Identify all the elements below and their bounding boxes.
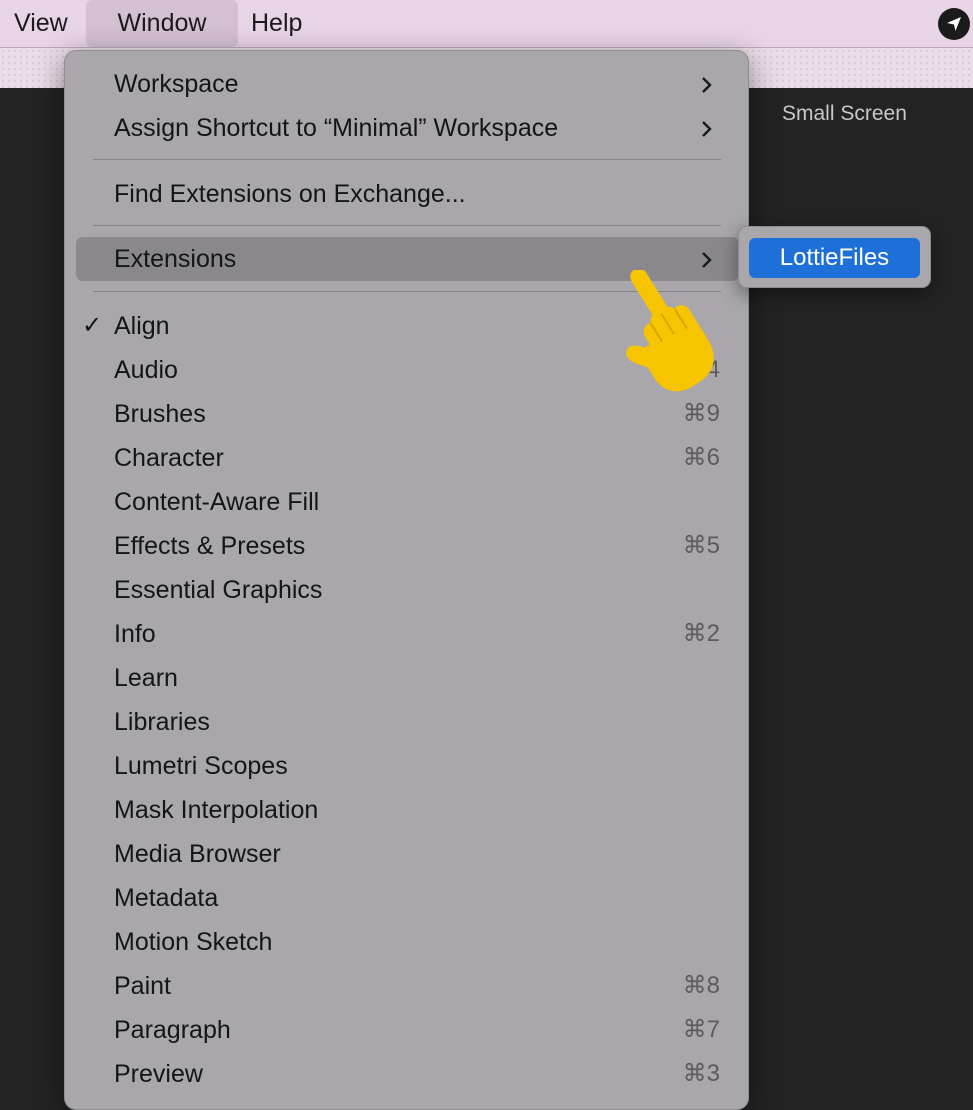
menu-window[interactable]: Window bbox=[86, 0, 238, 47]
menu-item-shortcut: ⌘2 bbox=[682, 620, 720, 647]
chevron-right-icon bbox=[702, 252, 712, 268]
menu-item-shortcut: ⌘8 bbox=[682, 972, 720, 999]
checkmark-icon: ✓ bbox=[82, 312, 103, 339]
submenu-item-lottiefiles[interactable]: LottieFiles bbox=[749, 238, 920, 278]
menu-item-media-browser[interactable]: Media Browser bbox=[65, 832, 748, 876]
menu-item-content-aware-fill[interactable]: Content-Aware Fill bbox=[65, 480, 748, 524]
location-arrow-icon[interactable] bbox=[938, 8, 970, 40]
menu-item-learn[interactable]: Learn bbox=[65, 656, 748, 700]
menu-item-info[interactable]: Info ⌘2 bbox=[65, 612, 748, 656]
menu-item-label: Essential Graphics bbox=[114, 576, 323, 604]
menu-item-workspace[interactable]: Workspace bbox=[65, 62, 748, 106]
menu-separator bbox=[93, 159, 721, 160]
menu-item-label: Find Extensions on Exchange... bbox=[114, 180, 466, 208]
menu-item-character[interactable]: Character ⌘6 bbox=[65, 436, 748, 480]
menu-help[interactable]: Help bbox=[251, 0, 302, 47]
menu-item-label: Align bbox=[114, 312, 170, 340]
menu-item-paragraph[interactable]: Paragraph ⌘7 bbox=[65, 1008, 748, 1052]
menu-item-lumetri-scopes[interactable]: Lumetri Scopes bbox=[65, 744, 748, 788]
menu-item-find-extensions[interactable]: Find Extensions on Exchange... bbox=[65, 172, 748, 216]
menu-item-label: Info bbox=[114, 620, 156, 648]
menu-item-label: Mask Interpolation bbox=[114, 796, 319, 824]
menu-item-label: Audio bbox=[114, 356, 178, 384]
workspace-small-screen[interactable]: Small Screen bbox=[782, 102, 907, 126]
menu-item-label: Assign Shortcut to “Minimal” Workspace bbox=[114, 114, 559, 142]
menu-item-label: Media Browser bbox=[114, 840, 281, 868]
menu-item-label: Lumetri Scopes bbox=[114, 752, 288, 780]
menu-item-libraries[interactable]: Libraries bbox=[65, 700, 748, 744]
menu-item-assign-shortcut[interactable]: Assign Shortcut to “Minimal” Workspace bbox=[65, 106, 748, 150]
menu-item-mask-interpolation[interactable]: Mask Interpolation bbox=[65, 788, 748, 832]
window-menu: Workspace Assign Shortcut to “Minimal” W… bbox=[64, 50, 749, 1110]
extensions-submenu: LottieFiles bbox=[738, 226, 931, 288]
chevron-right-icon bbox=[702, 121, 712, 137]
menu-item-label: Libraries bbox=[114, 708, 210, 736]
pointing-hand-icon bbox=[626, 270, 714, 392]
menu-item-label: Paint bbox=[114, 972, 171, 1000]
menu-item-label: Learn bbox=[114, 664, 178, 692]
menu-item-essential-graphics[interactable]: Essential Graphics bbox=[65, 568, 748, 612]
menu-item-shortcut: ⌘6 bbox=[682, 444, 720, 471]
menu-item-label: Preview bbox=[114, 1060, 203, 1088]
menu-item-metadata[interactable]: Metadata bbox=[65, 876, 748, 920]
menu-item-label: Extensions bbox=[114, 245, 237, 273]
menu-bar: View Window Help bbox=[0, 0, 973, 48]
menu-item-label: Paragraph bbox=[114, 1016, 231, 1044]
menu-item-label: Workspace bbox=[114, 70, 239, 98]
menu-item-shortcut: ⌘5 bbox=[682, 532, 720, 559]
menu-item-label: Motion Sketch bbox=[114, 928, 273, 956]
menu-separator bbox=[93, 225, 721, 226]
menu-item-paint[interactable]: Paint ⌘8 bbox=[65, 964, 748, 1008]
menu-item-label: Effects & Presets bbox=[114, 532, 306, 560]
menu-item-effects-presets[interactable]: Effects & Presets ⌘5 bbox=[65, 524, 748, 568]
menu-view[interactable]: View bbox=[14, 0, 68, 47]
menu-item-label: Metadata bbox=[114, 884, 219, 912]
menu-item-preview[interactable]: Preview ⌘3 bbox=[65, 1052, 748, 1096]
chevron-right-icon bbox=[702, 77, 712, 93]
menu-item-shortcut: ⌘3 bbox=[682, 1060, 720, 1087]
menu-item-motion-sketch[interactable]: Motion Sketch bbox=[65, 920, 748, 964]
menu-item-label: Character bbox=[114, 444, 224, 472]
menu-item-shortcut: ⌘7 bbox=[682, 1016, 720, 1043]
menu-item-label: Content-Aware Fill bbox=[114, 488, 320, 516]
menu-item-label: Brushes bbox=[114, 400, 206, 428]
